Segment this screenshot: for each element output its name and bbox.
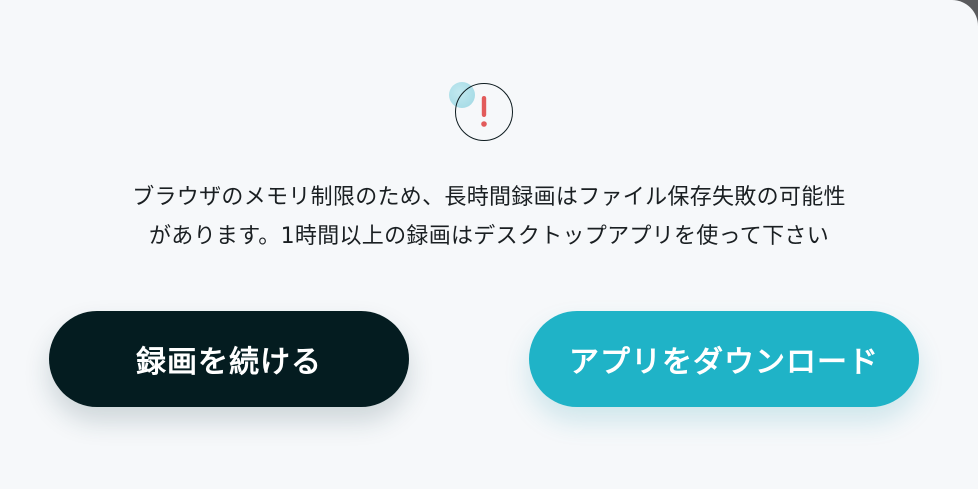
warning-message-line-2: があります。1時間以上の録画はデスクトップアプリを使って下さい: [149, 224, 829, 249]
continue-recording-button[interactable]: 録画を続ける: [49, 311, 409, 407]
warning-icon-group: [449, 80, 519, 146]
download-app-button[interactable]: アプリをダウンロード: [529, 311, 919, 407]
warning-message: ブラウザのメモリ制限のため、長時間録画はファイル保存失敗の可能性 があります。1…: [40, 178, 938, 256]
warning-exclamation-icon: [455, 83, 513, 141]
warning-message-line-1: ブラウザのメモリ制限のため、長時間録画はファイル保存失敗の可能性: [132, 185, 846, 210]
warning-dialog: ブラウザのメモリ制限のため、長時間録画はファイル保存失敗の可能性 があります。1…: [0, 0, 978, 489]
continue-recording-label: 録画を続ける: [136, 345, 322, 380]
download-app-label: アプリをダウンロード: [569, 345, 879, 380]
